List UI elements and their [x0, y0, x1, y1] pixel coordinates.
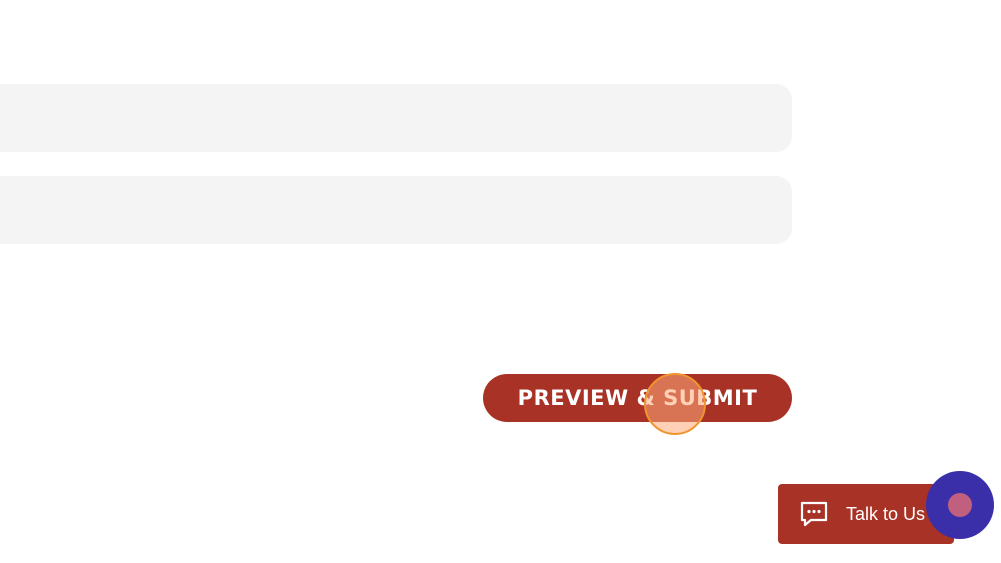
assistant-launcher-icon	[948, 493, 972, 517]
chat-bubble-icon	[799, 500, 829, 528]
assistant-launcher-button[interactable]	[926, 471, 994, 539]
text-field-2[interactable]	[0, 176, 792, 244]
preview-submit-button[interactable]: PREVIEW & SUBMIT	[483, 374, 792, 422]
text-field-1[interactable]	[0, 84, 792, 152]
talk-to-us-label: Talk to Us	[846, 503, 926, 524]
form-page: PREVIEW & SUBMIT Talk to Us	[0, 0, 1001, 563]
